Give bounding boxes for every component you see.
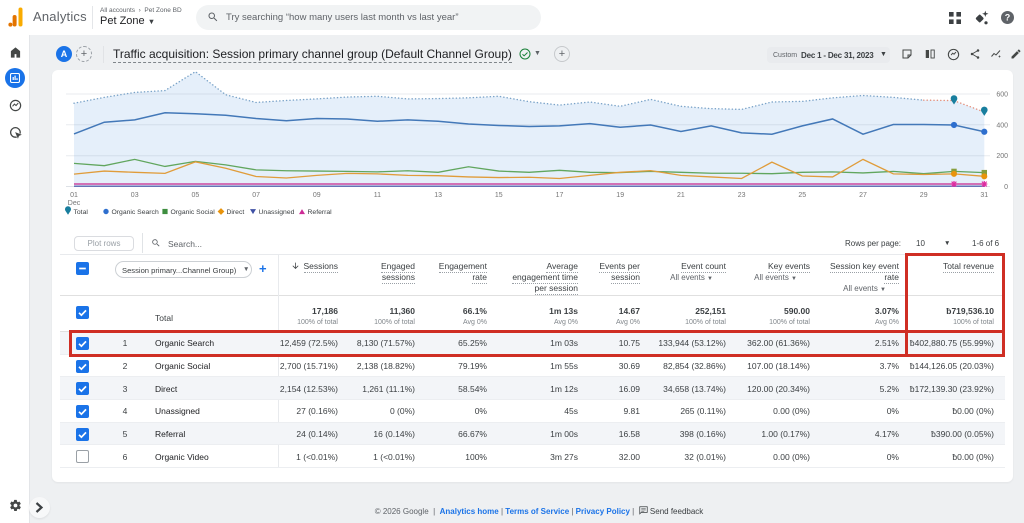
svg-text:Organic Social: Organic Social bbox=[171, 209, 216, 216]
svg-text:Direct: Direct bbox=[227, 209, 245, 216]
svg-text:200: 200 bbox=[996, 153, 1008, 160]
svg-text:Organic Search: Organic Search bbox=[112, 209, 159, 216]
svg-text:15: 15 bbox=[495, 192, 503, 199]
svg-text:Referral: Referral bbox=[308, 209, 333, 216]
svg-text:17: 17 bbox=[556, 192, 564, 199]
svg-text:07: 07 bbox=[252, 192, 260, 199]
svg-text:19: 19 bbox=[616, 192, 624, 199]
svg-text:Total: Total bbox=[74, 209, 89, 216]
svg-text:?: ? bbox=[1005, 13, 1011, 23]
svg-text:05: 05 bbox=[192, 192, 200, 199]
svg-text:29: 29 bbox=[920, 192, 928, 199]
svg-text:01: 01 bbox=[70, 192, 78, 199]
svg-text:23: 23 bbox=[738, 192, 746, 199]
svg-text:600: 600 bbox=[996, 92, 1008, 99]
svg-text:Unassigned: Unassigned bbox=[259, 209, 295, 216]
svg-text:31: 31 bbox=[980, 192, 988, 199]
svg-text:27: 27 bbox=[859, 192, 867, 199]
svg-text:09: 09 bbox=[313, 192, 321, 199]
svg-text:03: 03 bbox=[131, 192, 139, 199]
svg-text:25: 25 bbox=[798, 192, 806, 199]
svg-text:Dec: Dec bbox=[68, 200, 81, 207]
svg-text:11: 11 bbox=[374, 192, 381, 199]
svg-text:13: 13 bbox=[434, 192, 442, 199]
svg-text:21: 21 bbox=[677, 192, 685, 199]
svg-text:0: 0 bbox=[1004, 184, 1008, 191]
svg-text:400: 400 bbox=[996, 122, 1008, 129]
